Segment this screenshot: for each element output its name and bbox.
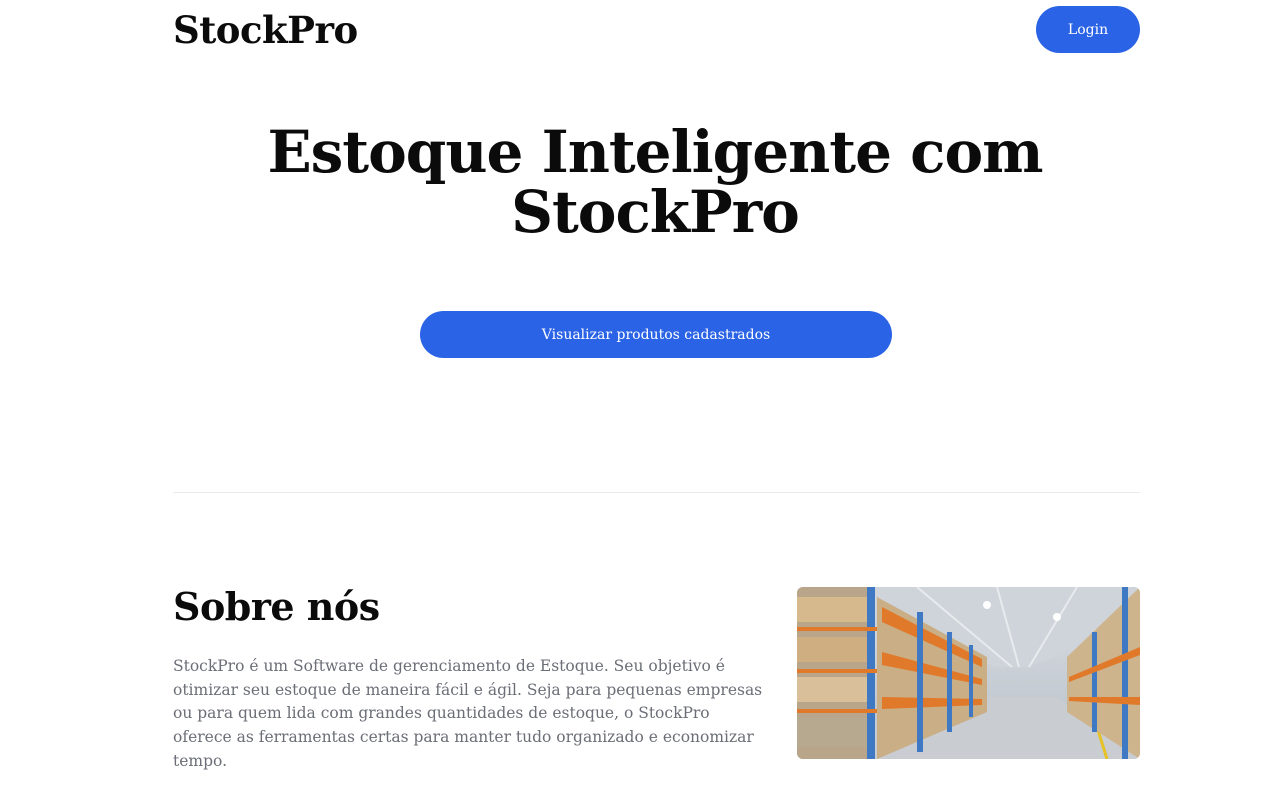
login-button[interactable]: Login (1036, 6, 1140, 53)
warehouse-image (797, 587, 1140, 759)
hero-title: Estoque Inteligente com StockPro (267, 118, 1043, 246)
page: StockPro Login Estoque Inteligente com S… (0, 0, 1280, 787)
about-title: Sobre nós (173, 584, 380, 629)
about-text: StockPro é um Software de gerenciamento … (173, 657, 763, 770)
section-divider (173, 492, 1140, 493)
view-products-button[interactable]: Visualizar produtos cadastrados (420, 311, 892, 358)
brand-logo[interactable]: StockPro (173, 8, 358, 52)
